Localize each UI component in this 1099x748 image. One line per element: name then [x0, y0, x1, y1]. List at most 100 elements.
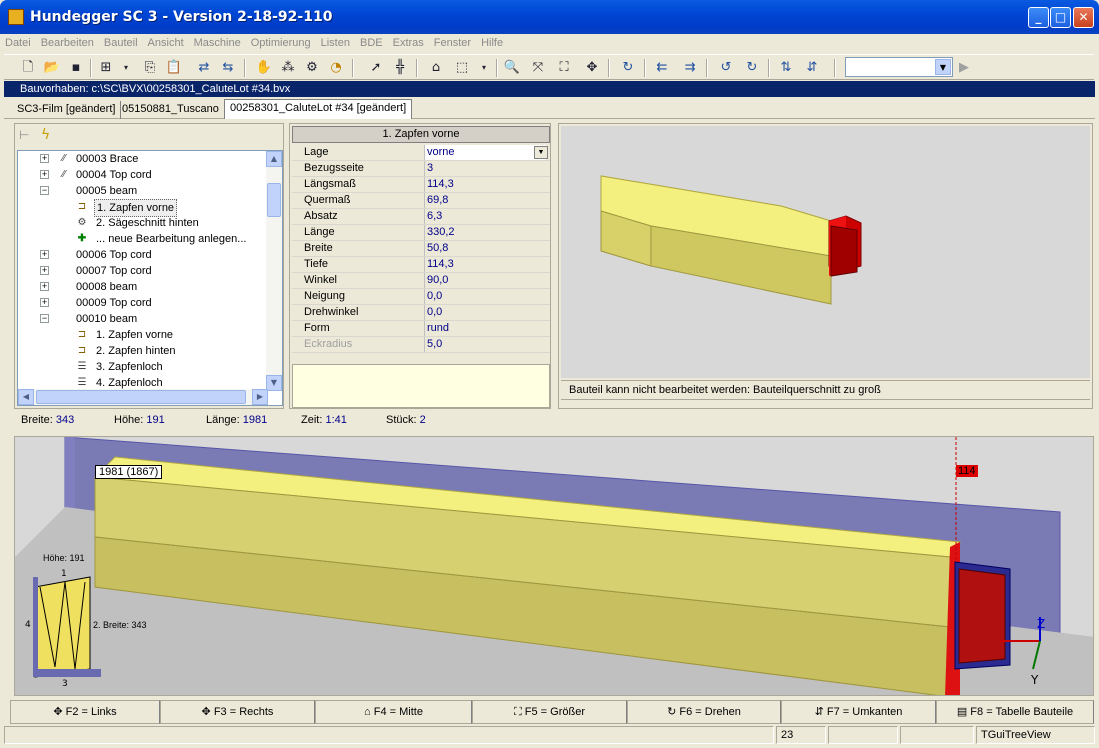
view-combo[interactable]: ▼ — [845, 57, 953, 77]
prop-value[interactable]: vorne — [424, 145, 546, 160]
expand-icon[interactable]: + — [40, 298, 49, 307]
prop-value[interactable]: 6,3 — [424, 209, 546, 224]
menu-maschine[interactable]: Maschine — [189, 34, 246, 52]
zoom-in-icon[interactable]: ⤧ — [528, 58, 548, 78]
tab-tuscano[interactable]: 05150881_Tuscano — [117, 101, 225, 119]
title-bar[interactable]: Hundegger SC 3 - Version 2-18-92-110 _ □… — [0, 0, 1099, 34]
gear-icon[interactable]: ⚙ — [302, 58, 322, 78]
tree-structure-icon[interactable]: ⊢ — [19, 128, 35, 144]
prop-value[interactable]: 90,0 — [424, 273, 546, 288]
menu-optimierung[interactable]: Optimierung — [246, 34, 316, 52]
expand-icon[interactable]: + — [40, 250, 49, 259]
prop-row-neigung[interactable]: Neigung 0,0 — [292, 289, 550, 305]
menu-bearbeiten[interactable]: Bearbeiten — [36, 34, 99, 52]
saw-icon[interactable]: ◔ — [326, 58, 346, 78]
f8-tabelle-button[interactable]: ▤ F8 = Tabelle Bauteile — [936, 700, 1094, 724]
move-icon[interactable]: ✥ — [582, 58, 602, 78]
maximize-button[interactable]: □ — [1050, 7, 1071, 28]
collapse-icon[interactable]: − — [40, 314, 49, 323]
prop-value[interactable]: 0,0 — [424, 305, 546, 320]
align-right-icon[interactable]: ⇉ — [680, 58, 700, 78]
component-tree[interactable]: + ⁄⁄ 00003 Brace + ⁄⁄ 00004 Top cord − 0… — [17, 150, 283, 406]
scroll-left-icon[interactable]: ◀ — [18, 389, 34, 405]
menu-datei[interactable]: Datei — [0, 34, 36, 52]
f3-rechts-button[interactable]: ✥ F3 = Rechts — [160, 700, 315, 724]
expand-icon[interactable]: + — [40, 170, 49, 179]
collapse-icon[interactable]: − — [40, 186, 49, 195]
layout-icon[interactable]: ⊞ — [96, 58, 116, 78]
transfer-icon[interactable]: ⇄ — [194, 58, 214, 78]
box-icon[interactable]: ⬚ — [452, 58, 472, 78]
expand-icon[interactable]: + — [40, 266, 49, 275]
close-button[interactable]: ✕ — [1073, 7, 1094, 28]
export-icon[interactable]: ⇆ — [218, 58, 238, 78]
prop-row-absatz[interactable]: Absatz 6,3 — [292, 209, 550, 225]
f6-drehen-button[interactable]: ↻ F6 = Drehen — [627, 700, 781, 724]
chevron-down-icon[interactable]: ▼ — [935, 59, 951, 75]
scroll-thumb[interactable] — [267, 183, 281, 217]
prop-row-laengsmass[interactable]: Längsmaß 114,3 — [292, 177, 550, 193]
turn-icon[interactable]: ⇵ — [802, 58, 822, 78]
new-file-icon[interactable]: 🗋 — [18, 58, 38, 78]
scroll-down-icon[interactable]: ▼ — [266, 375, 282, 391]
rotate-left-icon[interactable]: ↺ — [716, 58, 736, 78]
f2-links-button[interactable]: ✥ F2 = Links — [10, 700, 160, 724]
prop-row-lage[interactable]: Lage vorne ▼ — [292, 145, 550, 161]
align-left-icon[interactable]: ⇇ — [652, 58, 672, 78]
tab-calutelot[interactable]: 00258301_CaluteLot #34 [geändert] — [224, 99, 413, 119]
prop-value[interactable]: rund — [424, 321, 546, 336]
prop-row-bezugsseite[interactable]: Bezugsseite 3 — [292, 161, 550, 177]
menu-hilfe[interactable]: Hilfe — [476, 34, 508, 52]
prop-row-quermass[interactable]: Quermaß 69,8 — [292, 193, 550, 209]
flip-icon[interactable]: ⇅ — [776, 58, 796, 78]
prop-value[interactable]: 114,3 — [424, 257, 546, 272]
copy-icon[interactable]: ⎘ — [140, 58, 160, 78]
zoom-icon[interactable]: 🔍 — [502, 58, 522, 78]
expand-icon[interactable]: + — [40, 154, 49, 163]
prop-value[interactable]: 114,3 — [424, 177, 546, 192]
rotate-right-icon[interactable]: ↻ — [742, 58, 762, 78]
footprint-icon[interactable]: ⁂ — [278, 58, 298, 78]
tree-horizontal-scrollbar[interactable]: ◀ ▶ — [18, 389, 268, 405]
prop-row-winkel[interactable]: Winkel 90,0 — [292, 273, 550, 289]
prop-row-breite[interactable]: Breite 50,8 — [292, 241, 550, 257]
f7-umkanten-button[interactable]: ⇵ F7 = Umkanten — [781, 700, 936, 724]
prop-value[interactable]: 69,8 — [424, 193, 546, 208]
prop-value[interactable]: 330,2 — [424, 225, 546, 240]
menu-fenster[interactable]: Fenster — [429, 34, 476, 52]
box-dropdown-icon[interactable]: ▾ — [474, 58, 494, 78]
prop-row-eckradius[interactable]: Eckradius 5,0 — [292, 337, 550, 353]
zoom-fit-icon[interactable]: ⛶ — [554, 58, 574, 78]
preview-canvas[interactable] — [561, 126, 1090, 378]
paste-icon[interactable]: 📋 — [164, 58, 184, 78]
f4-mitte-button[interactable]: ⌂ F4 = Mitte — [315, 700, 472, 724]
hand-icon[interactable]: ✋ — [254, 58, 274, 78]
tab-sc3-film[interactable]: SC3-Film [geändert] — [12, 101, 122, 119]
minimize-button[interactable]: _ — [1028, 7, 1049, 28]
expand-icon[interactable]: + — [40, 282, 49, 291]
scroll-up-icon[interactable]: ▲ — [266, 151, 282, 167]
save-icon[interactable]: ▪ — [66, 58, 86, 78]
pointer-icon[interactable]: ➚ — [366, 58, 386, 78]
scroll-right-icon[interactable]: ▶ — [252, 389, 268, 405]
measure-icon[interactable]: ╬ — [390, 58, 410, 78]
open-folder-icon[interactable]: 📂 — [42, 58, 62, 78]
rotate-icon[interactable]: ↻ — [618, 58, 638, 78]
prop-value[interactable]: 50,8 — [424, 241, 546, 256]
layout-dropdown-icon[interactable]: ▾ — [116, 58, 136, 78]
main-3d-view[interactable]: 1981 (1867) 114 Höhe: 191 1 2. Breite: 3… — [14, 436, 1094, 696]
prop-row-drehwinkel[interactable]: Drehwinkel 0,0 — [292, 305, 550, 321]
menu-bauteil[interactable]: Bauteil — [99, 34, 143, 52]
lightning-icon[interactable]: ϟ — [41, 127, 57, 143]
scroll-thumb[interactable] — [36, 390, 246, 404]
tree-vertical-scrollbar[interactable]: ▲ ▼ — [266, 151, 282, 391]
menu-ansicht[interactable]: Ansicht — [143, 34, 189, 52]
prop-row-laenge[interactable]: Länge 330,2 — [292, 225, 550, 241]
chevron-down-icon[interactable]: ▼ — [534, 146, 548, 159]
prop-row-form[interactable]: Form rund — [292, 321, 550, 337]
prop-value[interactable]: 0,0 — [424, 289, 546, 304]
menu-extras[interactable]: Extras — [388, 34, 429, 52]
menu-bde[interactable]: BDE — [355, 34, 388, 52]
f5-groesser-button[interactable]: ⛶ F5 = Größer — [472, 700, 627, 724]
home-icon[interactable]: ⌂ — [426, 58, 446, 78]
